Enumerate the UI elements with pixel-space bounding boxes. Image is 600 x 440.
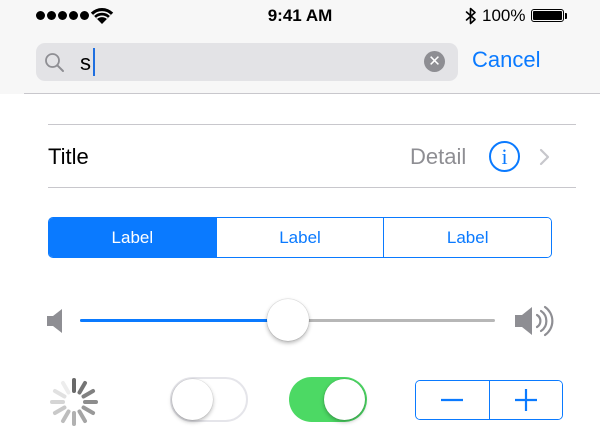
chevron-right-icon [539,148,550,166]
row-top-separator [48,124,576,125]
spinner-spoke [61,380,71,395]
toggle-knob [324,379,365,420]
toggle-knob [172,379,213,420]
spinner-spoke [77,409,87,424]
search-input[interactable]: s [80,50,91,76]
text-caret [93,48,95,76]
slider-track-fill [80,319,288,322]
info-icon[interactable]: i [489,141,520,172]
search-bar-separator [24,93,600,94]
spinner-spoke [52,389,67,399]
volume-low-icon [47,309,62,333]
row-detail: Detail [410,144,467,169]
spinner-spoke [52,405,67,415]
battery-nub [565,13,567,19]
cancel-button[interactable]: Cancel [472,47,540,73]
spinner-spoke [77,380,87,395]
decrement-button[interactable] [416,381,489,419]
toggle-switch-on[interactable] [289,377,367,422]
search-icon [45,53,64,72]
segmented-control: Label Label Label [48,217,552,258]
clear-icon[interactable]: ✕ [424,51,445,72]
bluetooth-icon [465,7,476,25]
slider-thumb[interactable] [266,299,309,341]
battery-percentage: 100% [482,6,526,25]
row-bottom-separator [48,187,576,188]
activity-indicator-icon [50,378,98,426]
volume-high-icon [515,305,554,337]
stepper [415,380,563,420]
search-field[interactable] [36,43,458,81]
segment-2[interactable]: Label [215,218,384,257]
spinner-spoke [81,405,96,415]
battery-icon [531,9,564,22]
increment-button[interactable] [488,381,562,419]
plus-icon [514,389,537,411]
segment-3[interactable]: Label [383,218,551,257]
segment-1[interactable]: Label [49,218,216,257]
toggle-switch-off[interactable] [170,377,248,422]
spinner-spoke [61,409,71,424]
row-title: Title [48,144,89,169]
spinner-spoke [81,389,96,399]
minus-icon [441,398,464,402]
